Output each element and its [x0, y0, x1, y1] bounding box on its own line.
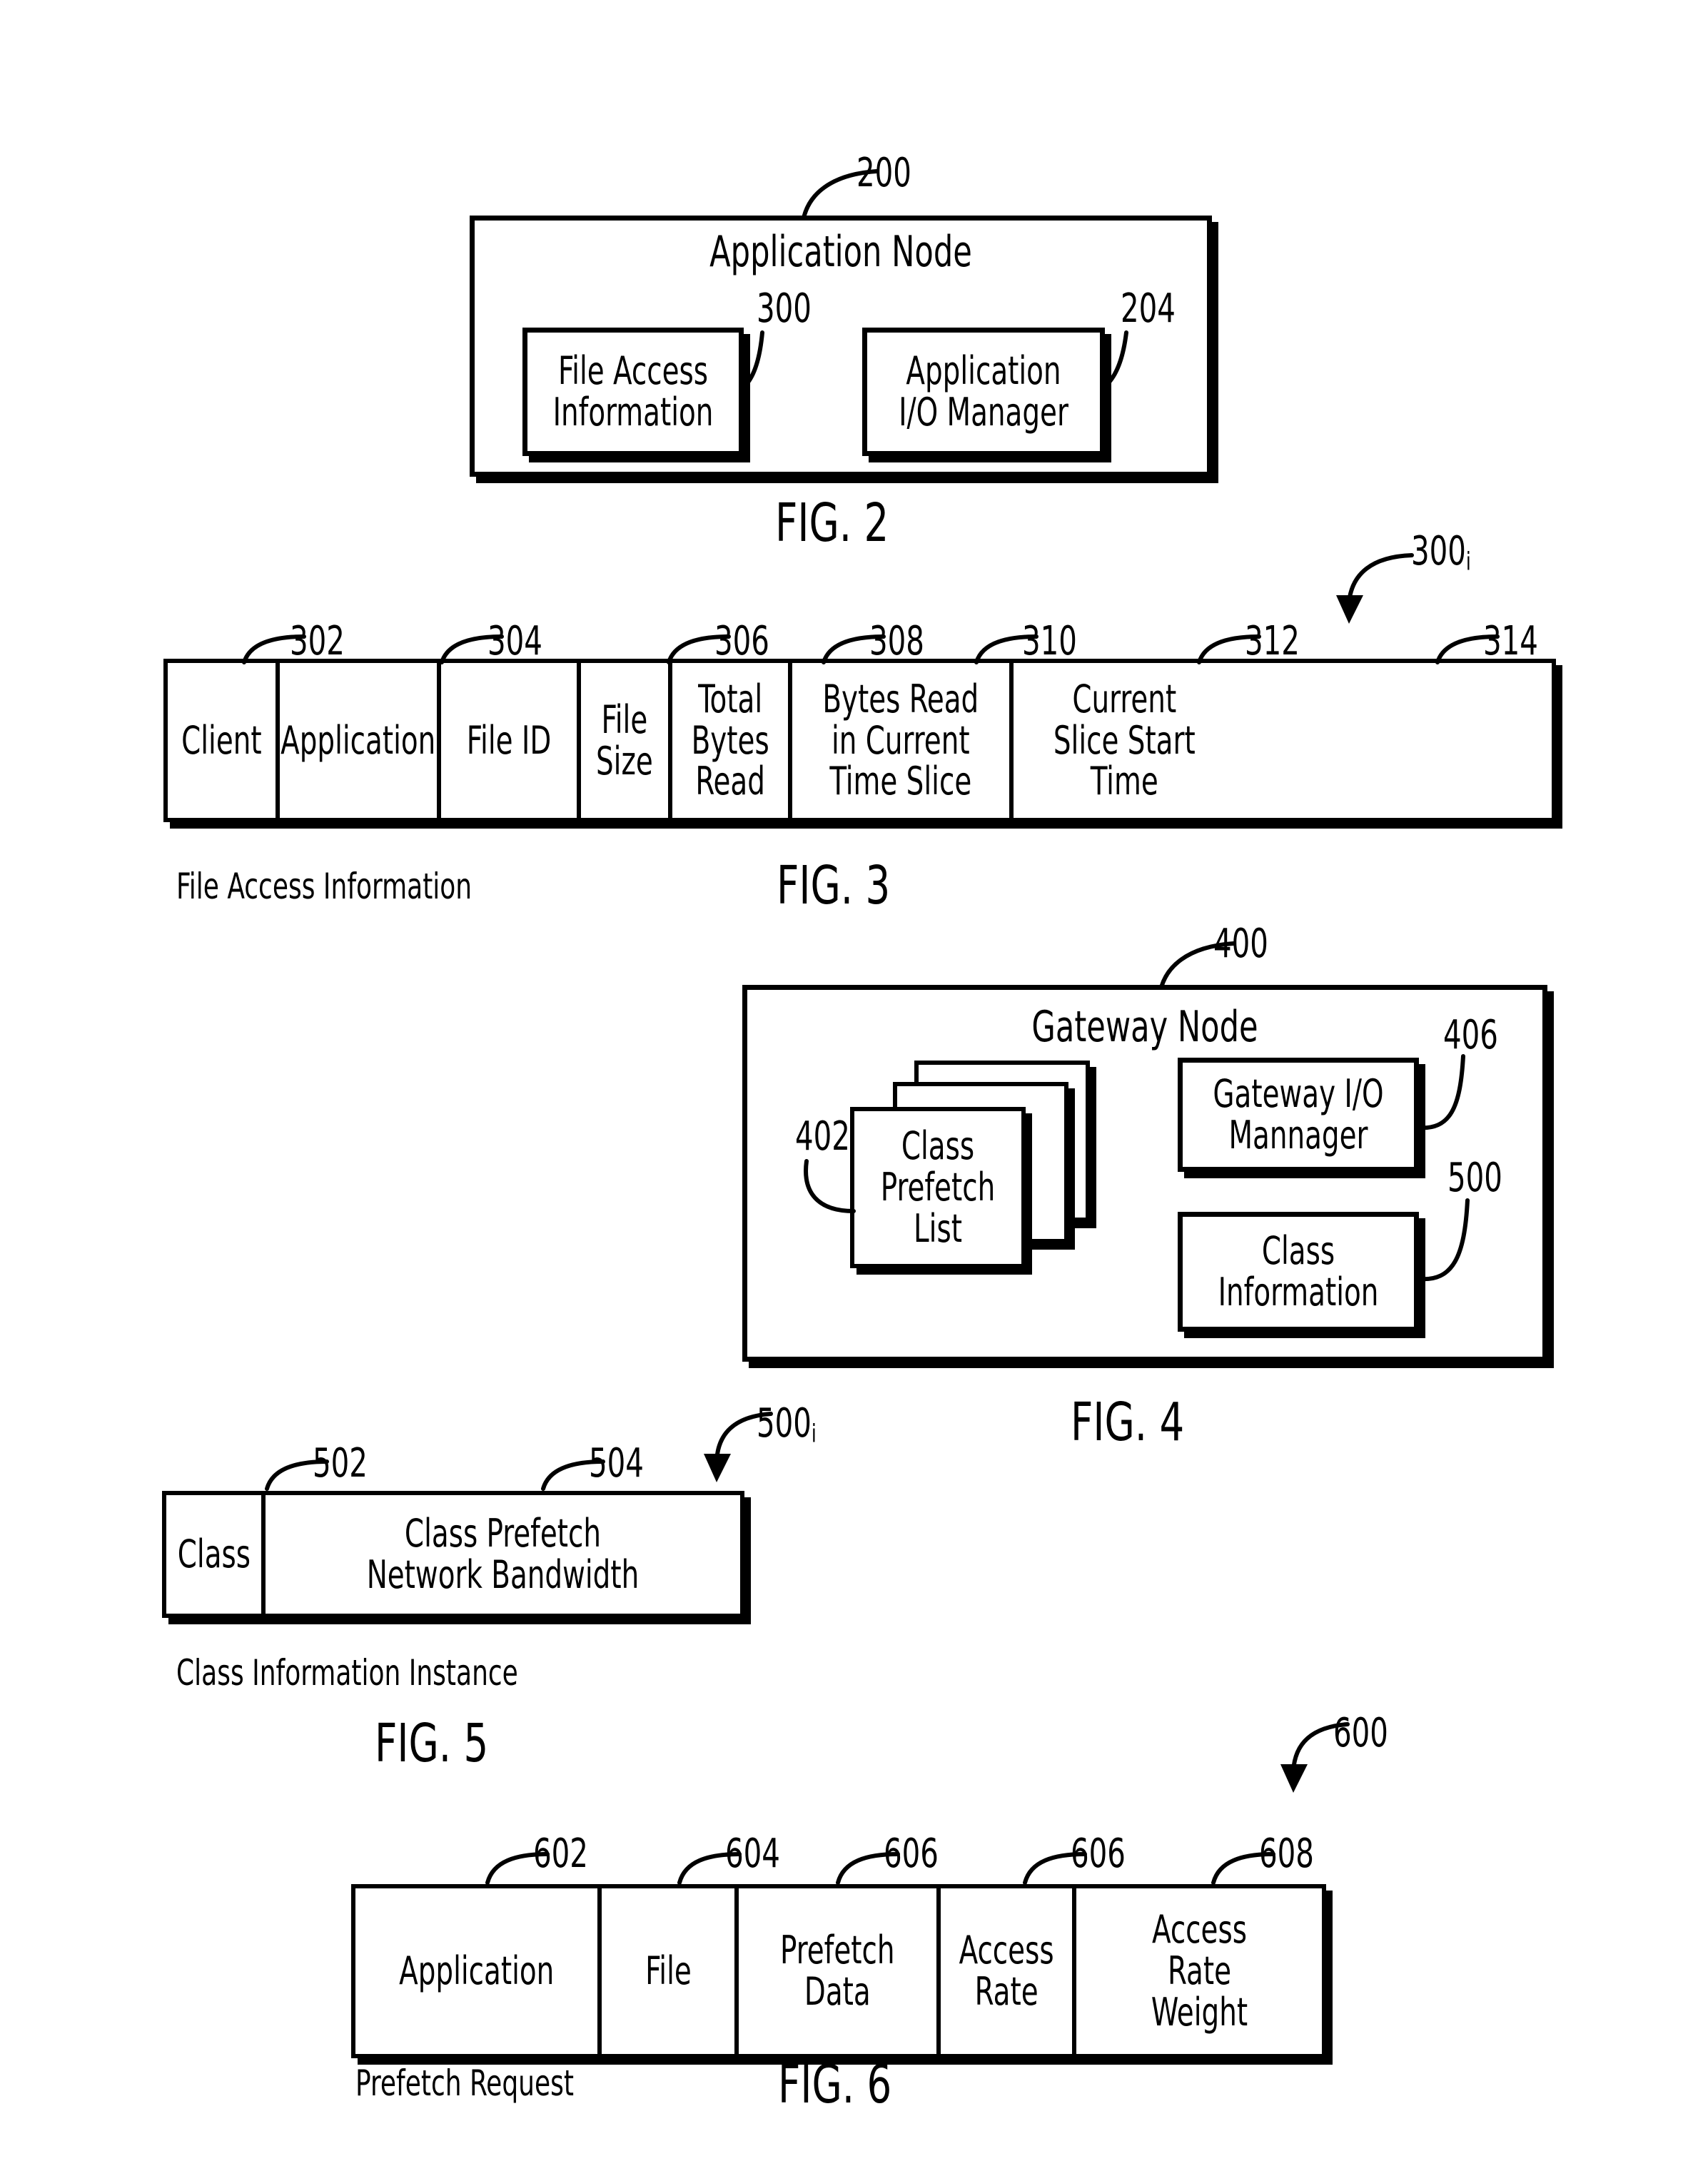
fai-cell-total-bytes-read: Total Bytes Read: [672, 663, 792, 818]
cii-cell-class-prefetch-network-bandwidth: Class Prefetch Network Bandwidth: [266, 1495, 740, 1614]
ref-number-402: 402: [795, 1113, 850, 1160]
figure-label-fig-4: FIG. 4: [1071, 1392, 1185, 1453]
ref-number-304: 304: [487, 618, 542, 664]
caption-class-information-instance: Class Information Instance: [176, 1652, 518, 1694]
ref-number-500: 500: [1447, 1155, 1502, 1201]
fai-cell-file-id: File ID: [441, 663, 581, 818]
caption-prefetch-request: Prefetch Request: [355, 2063, 574, 2104]
ref-number-502: 502: [313, 1440, 368, 1487]
fai-cell-application: Application: [280, 663, 441, 818]
ref-number-606-b: 606: [1071, 1831, 1126, 1877]
ref-number-300: 300: [757, 285, 812, 332]
pr-cell-file: File: [602, 1888, 739, 2054]
file-access-information-label: File Access Information: [552, 348, 714, 435]
ref-number-204: 204: [1121, 285, 1176, 332]
ref-number-504: 504: [589, 1440, 644, 1487]
ref-number-310: 310: [1022, 618, 1077, 664]
fai-cell-current-slice-start-time: Current Slice Start Time: [1014, 663, 1235, 818]
ref-number-306: 306: [714, 618, 769, 664]
ref-number-308: 308: [869, 618, 924, 664]
pr-cell-application: Application: [355, 1888, 602, 2054]
pr-cell-prefetch-data: Prefetch Data: [739, 1888, 941, 2054]
ref-number-406: 406: [1443, 1012, 1498, 1058]
ref-number-312: 312: [1245, 618, 1300, 664]
ref-number-302: 302: [290, 618, 345, 664]
figure-label-fig-6: FIG. 6: [778, 2054, 892, 2115]
ref-number-300i: 300i: [1411, 528, 1471, 577]
caption-file-access-information: File Access Information: [176, 866, 473, 907]
application-node-title: Application Node: [709, 226, 972, 277]
gateway-node-title: Gateway Node: [1031, 1001, 1258, 1052]
pr-cell-access-rate-weight: Access Rate Weight: [1076, 1888, 1322, 2054]
gateway-io-manager-label: Gateway I/O Mannager: [1213, 1071, 1384, 1158]
ref-number-606-a: 606: [884, 1831, 939, 1877]
patent-drawing-sheet: 200 Application Node 300 204 File Access…: [0, 0, 1708, 2176]
ref-number-600: 600: [1333, 1710, 1388, 1756]
figure-label-fig-2: FIG. 2: [775, 492, 889, 554]
class-information-label: Class Information: [1218, 1228, 1379, 1315]
fai-cell-bytes-read-current-slice: Bytes Read in Current Time Slice: [792, 663, 1014, 818]
ref-number-604: 604: [725, 1831, 780, 1877]
ref-number-314: 314: [1483, 618, 1538, 664]
ref-number-608: 608: [1259, 1831, 1314, 1877]
figure-label-fig-3: FIG. 3: [777, 855, 891, 916]
cii-cell-class: Class: [166, 1495, 266, 1614]
ref-number-200: 200: [856, 150, 911, 196]
application-io-manager-label: Application I/O Manager: [899, 348, 1068, 435]
pr-cell-access-rate: Access Rate: [941, 1888, 1076, 2054]
ref-number-500i: 500i: [757, 1400, 817, 1449]
fai-cell-client: Client: [168, 663, 280, 818]
figure-label-fig-5: FIG. 5: [375, 1713, 489, 1774]
class-prefetch-list-label: Class Prefetch List: [880, 1123, 996, 1251]
ref-number-400: 400: [1213, 921, 1268, 967]
fai-cell-file-size: File Size: [581, 663, 672, 818]
ref-number-602: 602: [533, 1831, 588, 1877]
